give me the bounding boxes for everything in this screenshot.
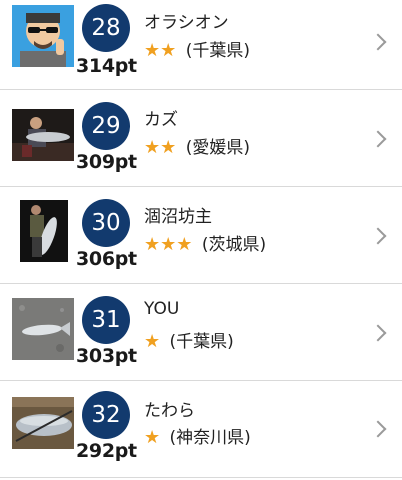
chevron-right-icon: [369, 130, 387, 148]
rating-line: ★ (千葉県): [144, 327, 234, 352]
prefecture-label: (千葉県): [169, 332, 234, 352]
star-rating: ★: [144, 331, 161, 352]
fish-catch-night-photo-icon: [20, 200, 68, 262]
star-rating: ★★: [144, 137, 177, 158]
user-name: YOU: [144, 299, 180, 319]
rating-line: ★★★ (茨城県): [144, 230, 266, 255]
rank-badge: 29: [82, 102, 130, 150]
user-name: オラシオン: [144, 13, 229, 33]
points-value: 309pt: [76, 151, 137, 173]
rank-badge: 30: [82, 199, 130, 247]
fish-close-photo-icon: [12, 397, 74, 449]
points-value: 292pt: [76, 440, 137, 462]
prefecture-label: (千葉県): [185, 41, 250, 61]
ranking-row[interactable]: 29 309pt カズ ★★ (愛媛県): [0, 90, 402, 187]
row-divider: [0, 477, 402, 478]
user-name: カズ: [144, 110, 178, 130]
star-rating: ★★: [144, 40, 177, 61]
user-name: 涸沼坊主: [144, 207, 212, 227]
chevron-right-icon: [369, 420, 387, 438]
points-value: 314pt: [76, 55, 137, 77]
rank-badge: 28: [82, 4, 130, 52]
fish-catch-photo-icon: [12, 109, 74, 161]
fish-on-ground-photo-icon: [12, 298, 74, 360]
ranking-list: 28 314pt オラシオン ★★ (千葉県) 29 309pt カズ ★★ (…: [0, 0, 402, 480]
points-value: 306pt: [76, 248, 137, 270]
rating-line: ★★ (千葉県): [144, 36, 250, 61]
prefecture-label: (茨城県): [201, 235, 267, 255]
prefecture-label: (神奈川県): [169, 428, 251, 448]
star-rating: ★★★: [144, 234, 193, 255]
ranking-row[interactable]: 31 303pt YOU ★ (千葉県): [0, 284, 402, 381]
chevron-right-icon: [369, 33, 387, 51]
rank-badge: 31: [82, 296, 130, 344]
prefecture-label: (愛媛県): [185, 138, 250, 158]
star-rating: ★: [144, 427, 161, 448]
chevron-right-icon: [369, 227, 387, 245]
avatar-cartoon-man-icon: [12, 5, 74, 67]
rating-line: ★★ (愛媛県): [144, 133, 250, 158]
points-value: 303pt: [76, 345, 137, 367]
user-name: たわら: [144, 401, 195, 421]
rank-badge: 32: [82, 391, 130, 439]
ranking-row[interactable]: 28 314pt オラシオン ★★ (千葉県): [0, 0, 402, 90]
rating-line: ★ (神奈川県): [144, 423, 251, 448]
chevron-right-icon: [369, 324, 387, 342]
ranking-row[interactable]: 32 292pt たわら ★ (神奈川県): [0, 381, 402, 480]
ranking-row[interactable]: 30 306pt 涸沼坊主 ★★★ (茨城県): [0, 187, 402, 284]
